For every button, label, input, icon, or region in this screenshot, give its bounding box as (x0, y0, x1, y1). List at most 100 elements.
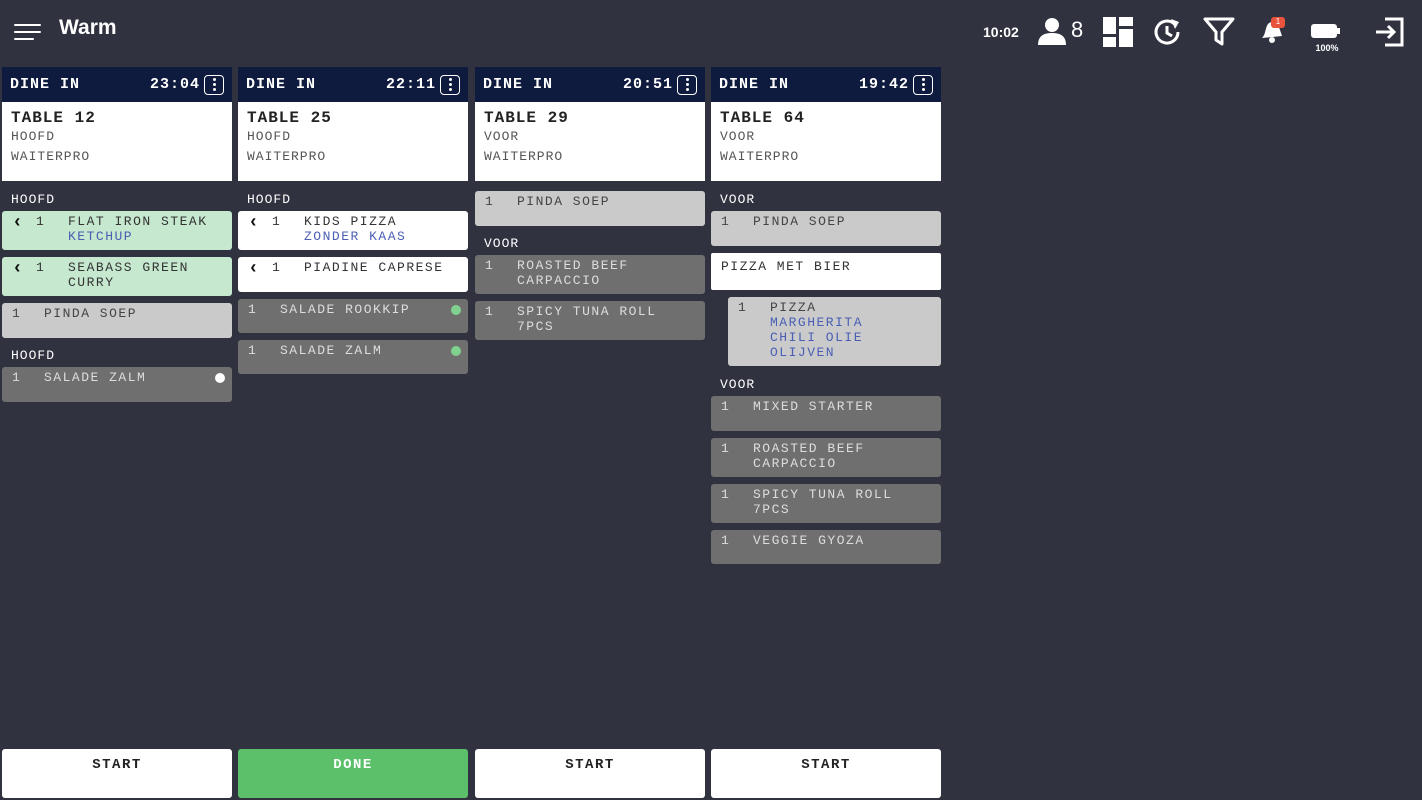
order-timer: 23:04 (149, 76, 200, 93)
more-options-icon[interactable] (913, 74, 933, 95)
clock: 10:02 (983, 24, 1019, 40)
logout-icon[interactable] (1373, 16, 1405, 48)
order-type: DINE IN (719, 76, 790, 93)
item-name: SEABASS GREEN CURRY (68, 260, 189, 290)
status-dot (451, 305, 461, 315)
order-item[interactable]: 1 PINDA SOEP (711, 211, 941, 246)
user-count: 8 (1071, 17, 1084, 42)
order-item[interactable]: ‹ 1 PIADINE CAPRESE (238, 257, 468, 292)
combo-sub-item[interactable]: 1 PIZZA MARGHERITA CHILI OLIE OLIJVEN (728, 297, 941, 366)
item-name: PIZZA (770, 300, 817, 315)
course-section: VOOR (484, 236, 520, 251)
order-source: WAITERPRO (484, 149, 564, 164)
app-title: Warm (59, 16, 117, 39)
order-type: DINE IN (10, 76, 81, 93)
start-button[interactable]: START (711, 749, 941, 798)
order-item[interactable]: 1 SPICY TUNA ROLL 7PCS (711, 484, 941, 523)
item-name: PINDA SOEP (517, 194, 611, 209)
item-name: FLAT IRON STEAK (68, 214, 208, 229)
order-item[interactable]: 1 ROASTED BEEF CARPACCIO (475, 255, 705, 294)
back-chevron-icon[interactable]: ‹ (248, 259, 272, 279)
back-chevron-icon[interactable]: ‹ (12, 213, 36, 244)
item-name: VEGGIE GYOZA (753, 533, 865, 548)
order-item[interactable]: ‹ 1 SEABASS GREEN CURRY (2, 257, 232, 296)
order-card: DINE IN 23:04 TABLE 12 HOOFD WAITERPRO H… (2, 67, 232, 798)
course-section: HOOFD (247, 192, 292, 207)
top-bar: Warm 10:02 8 1 100% (0, 0, 1422, 64)
order-source: WAITERPRO (720, 149, 800, 164)
table-info[interactable]: TABLE 25 HOOFD WAITERPRO (238, 102, 468, 181)
table-name: TABLE 29 (484, 109, 569, 127)
item-name: ROASTED BEEF CARPACCIO (753, 441, 865, 471)
history-icon[interactable] (1151, 16, 1183, 48)
course-section: VOOR (720, 377, 756, 392)
order-header: DINE IN 23:04 (2, 67, 232, 102)
table-name: TABLE 25 (247, 109, 332, 127)
order-timer: 20:51 (622, 76, 673, 93)
notification-count: 1 (1275, 17, 1281, 26)
order-item[interactable]: 1 MIXED STARTER (711, 396, 941, 431)
order-type: DINE IN (246, 76, 317, 93)
order-timer: 22:11 (385, 76, 436, 93)
order-item[interactable]: ‹ 1 FLAT IRON STEAK KETCHUP (2, 211, 232, 250)
order-card: DINE IN 22:11 TABLE 25 HOOFD WAITERPRO H… (238, 67, 468, 798)
item-modifier: MARGHERITA (770, 315, 864, 330)
item-name: ROASTED BEEF CARPACCIO (517, 258, 629, 288)
table-name: TABLE 12 (11, 109, 96, 127)
item-name: PINDA SOEP (44, 306, 138, 321)
person-icon (1038, 18, 1066, 45)
item-name: MIXED STARTER (753, 399, 874, 414)
item-modifier: OLIJVEN (770, 345, 836, 360)
order-item[interactable]: 1 PINDA SOEP (475, 191, 705, 226)
table-info[interactable]: TABLE 64 VOOR WAITERPRO (711, 102, 941, 181)
table-info[interactable]: TABLE 12 HOOFD WAITERPRO (2, 102, 232, 181)
course-label: VOOR (720, 129, 756, 144)
order-item[interactable]: 1 PINDA SOEP (2, 303, 232, 338)
course-label: HOOFD (247, 129, 292, 144)
course-label: VOOR (484, 129, 520, 144)
item-modifier: KETCHUP (68, 229, 134, 244)
more-options-icon[interactable] (440, 74, 460, 95)
order-source: WAITERPRO (247, 149, 327, 164)
start-button[interactable]: START (2, 749, 232, 798)
order-card: DINE IN 19:42 TABLE 64 VOOR WAITERPRO VO… (711, 67, 941, 798)
start-button[interactable]: START (475, 749, 705, 798)
item-name: SPICY TUNA ROLL 7PCS (753, 487, 893, 517)
course-section: VOOR (720, 192, 756, 207)
item-name: SPICY TUNA ROLL 7PCS (517, 304, 657, 334)
back-chevron-icon[interactable]: ‹ (248, 213, 272, 244)
more-options-icon[interactable] (677, 74, 697, 95)
order-item[interactable]: 1 SPICY TUNA ROLL 7PCS (475, 301, 705, 340)
back-chevron-icon[interactable]: ‹ (12, 259, 36, 290)
order-item[interactable]: 1 SALADE ROOKKIP (238, 299, 468, 333)
more-options-icon[interactable] (204, 74, 224, 95)
battery-level: 100% (1315, 43, 1339, 53)
table-info[interactable]: TABLE 29 VOOR WAITERPRO (475, 102, 705, 181)
order-type: DINE IN (483, 76, 554, 93)
done-button[interactable]: DONE (238, 749, 468, 798)
order-item[interactable]: 1 ROASTED BEEF CARPACCIO (711, 438, 941, 477)
order-header: DINE IN 19:42 (711, 67, 941, 102)
course-section: HOOFD (11, 348, 56, 363)
item-name: SALADE ZALM (280, 343, 383, 358)
order-header: DINE IN 20:51 (475, 67, 705, 102)
hamburger-menu-icon[interactable] (14, 24, 42, 42)
item-name: SALADE ZALM (44, 370, 147, 385)
item-name: SALADE ROOKKIP (280, 302, 411, 317)
table-name: TABLE 64 (720, 109, 805, 127)
combo-group-label[interactable]: PIZZA MET BIER (711, 253, 941, 290)
item-name: PIADINE CAPRESE (304, 260, 444, 275)
order-item[interactable]: 1 VEGGIE GYOZA (711, 530, 941, 564)
filter-icon[interactable] (1203, 16, 1235, 48)
order-item[interactable]: 1 SALADE ZALM (238, 340, 468, 374)
order-timer: 19:42 (858, 76, 909, 93)
order-item[interactable]: 1 SALADE ZALM (2, 367, 232, 402)
order-item[interactable]: ‹ 1 KIDS PIZZA ZONDER KAAS (238, 211, 468, 250)
status-dot (451, 346, 461, 356)
dashboard-grid-icon[interactable] (1102, 16, 1134, 48)
order-card: DINE IN 20:51 TABLE 29 VOOR WAITERPRO 1 … (475, 67, 705, 798)
order-source: WAITERPRO (11, 149, 91, 164)
order-header: DINE IN 22:11 (238, 67, 468, 102)
item-name: PINDA SOEP (753, 214, 847, 229)
course-label: HOOFD (11, 129, 56, 144)
